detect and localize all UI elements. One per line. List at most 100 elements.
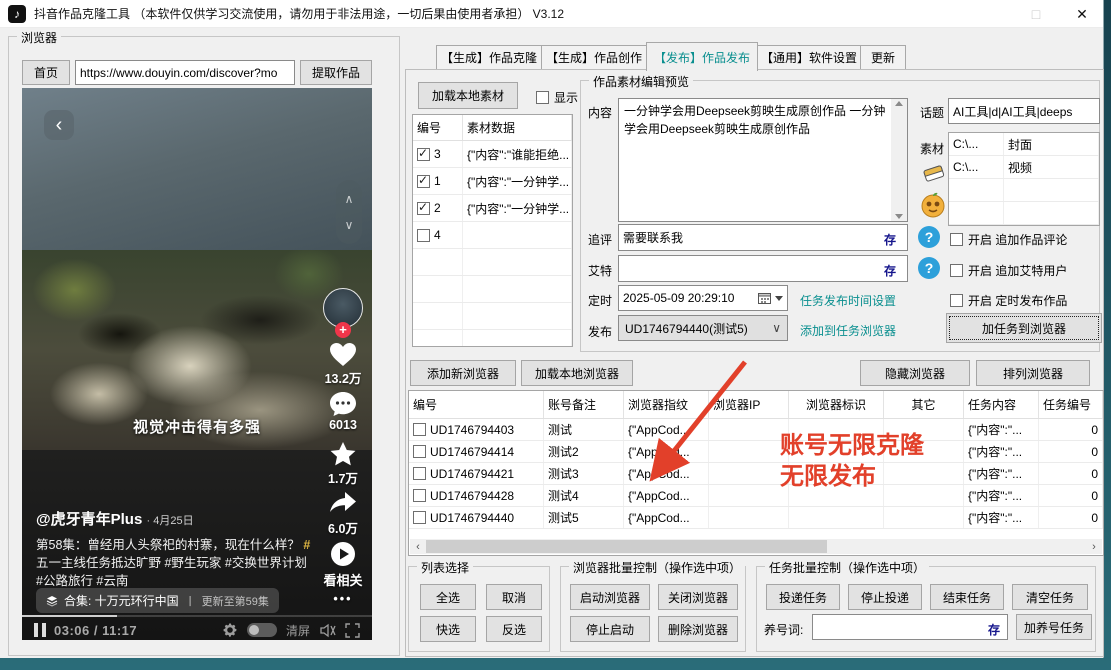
row-checkbox[interactable] — [413, 489, 426, 502]
end-task-button[interactable]: 结束任务 — [930, 584, 1004, 610]
scroll-right-icon[interactable]: › — [1086, 539, 1102, 554]
load-local-material-button[interactable]: 加载本地素材 — [418, 82, 518, 109]
tab-settings[interactable]: 【通用】软件设置 — [757, 45, 861, 70]
column-header[interactable]: 编号 — [413, 115, 463, 140]
close-browser-button[interactable]: 关闭浏览器 — [658, 584, 738, 610]
stop-deliver-button[interactable]: 停止投递 — [848, 584, 922, 610]
invert-select-button[interactable]: 反选 — [486, 616, 542, 642]
load-local-browser-button[interactable]: 加载本地浏览器 — [521, 360, 633, 386]
mute-speaker-icon[interactable] — [319, 623, 336, 638]
column-header[interactable]: 账号备注 — [544, 391, 624, 418]
column-header[interactable]: 浏览器标识 — [789, 391, 884, 418]
chevron-up-icon[interactable]: ∧ — [345, 192, 354, 206]
comment-input[interactable] — [618, 224, 908, 251]
toggle-schedule-checkbox[interactable] — [950, 294, 963, 307]
chevron-down-icon[interactable]: ∨ — [345, 218, 354, 232]
select-all-button[interactable]: 全选 — [420, 584, 476, 610]
row-checkbox[interactable] — [413, 423, 426, 436]
related-play-icon[interactable] — [320, 540, 366, 568]
toggle-at-row[interactable]: 开启 追加艾特用户 — [950, 262, 1067, 279]
row-checkbox[interactable] — [417, 148, 430, 161]
video-player[interactable]: ‹ ∧ ∨ 视觉冲击得有多强 + 13.2万 6013 1.7万 6.0万 看相… — [22, 88, 372, 640]
eraser-icon[interactable] — [921, 162, 947, 186]
comment-save-button[interactable]: 存 — [884, 231, 896, 248]
add-nurture-task-button[interactable]: 加养号任务 — [1016, 614, 1092, 640]
add-task-to-browser-button[interactable]: 加任务到浏览器 — [946, 313, 1102, 343]
settings-gear-icon[interactable] — [222, 622, 238, 638]
arrange-browser-button[interactable]: 排列浏览器 — [976, 360, 1090, 386]
keyword-save-button[interactable]: 存 — [988, 621, 1000, 638]
toggle-comment-checkbox[interactable] — [950, 233, 963, 246]
add-to-task-browser-link[interactable]: 添加到任务浏览器 — [800, 322, 896, 339]
stop-start-button[interactable]: 停止启动 — [570, 616, 650, 642]
add-new-browser-button[interactable]: 添加新浏览器 — [410, 360, 516, 386]
column-header[interactable]: 浏览器指纹 — [624, 391, 709, 418]
scroll-up-icon[interactable] — [895, 101, 903, 106]
clear-task-button[interactable]: 清空任务 — [1012, 584, 1088, 610]
tab-publish[interactable]: 【发布】作品发布 — [646, 42, 758, 71]
tab-generate-clone[interactable]: 【生成】作品克隆 — [436, 45, 542, 70]
column-header[interactable]: 浏览器IP — [709, 391, 789, 418]
column-header[interactable]: 任务编号 — [1039, 391, 1103, 418]
column-header[interactable]: 其它 — [884, 391, 964, 418]
at-help-icon[interactable] — [918, 257, 940, 279]
url-input[interactable] — [75, 60, 295, 85]
follow-plus-icon[interactable]: + — [335, 322, 351, 338]
scroll-left-icon[interactable]: ‹ — [410, 539, 426, 554]
material-row[interactable]: 3 {"内容":"谁能拒绝... — [413, 141, 572, 168]
video-author-row[interactable]: @虎牙青年Plus · 4月25日 — [36, 508, 194, 529]
content-textarea[interactable]: 一分钟学会用Deepseek剪映生成原创作品 一分钟学会用Deepseek剪映生… — [618, 98, 908, 222]
start-browser-button[interactable]: 启动浏览器 — [570, 584, 650, 610]
fullscreen-icon[interactable] — [345, 623, 360, 638]
hide-browser-button[interactable]: 隐藏浏览器 — [860, 360, 970, 386]
material-file-row[interactable]: C:\... 视频 — [949, 156, 1099, 179]
show-checkbox-row[interactable]: 显示 — [536, 89, 578, 106]
column-header[interactable]: 编号 — [409, 391, 544, 418]
cancel-select-button[interactable]: 取消 — [486, 584, 542, 610]
toggle-at-checkbox[interactable] — [950, 264, 963, 277]
tab-update[interactable]: 更新 — [860, 45, 906, 70]
browser-row[interactable]: UD1746794421 测试3 {"AppCod... {"内容":"... … — [409, 463, 1103, 485]
table-horizontal-scrollbar[interactable]: ‹ › — [410, 539, 1102, 554]
at-save-button[interactable]: 存 — [884, 262, 896, 279]
datetime-dropdown-icon[interactable] — [775, 296, 783, 301]
material-row[interactable]: 4 — [413, 222, 572, 249]
row-checkbox[interactable] — [413, 467, 426, 480]
comment-icon[interactable] — [320, 390, 366, 418]
toggle-comment-row[interactable]: 开启 追加作品评论 — [950, 231, 1067, 248]
topic-input[interactable] — [948, 98, 1100, 124]
extract-button[interactable]: 提取作品 — [300, 60, 372, 85]
material-file-row[interactable]: C:\... 封面 — [949, 133, 1099, 156]
clear-screen-toggle[interactable] — [247, 623, 277, 637]
column-header[interactable]: 任务内容 — [964, 391, 1039, 418]
comment-help-icon[interactable] — [918, 226, 940, 248]
row-checkbox[interactable] — [417, 202, 430, 215]
row-checkbox[interactable] — [417, 175, 430, 188]
close-button[interactable]: ✕ — [1068, 4, 1096, 24]
row-checkbox[interactable] — [413, 445, 426, 458]
calendar-icon[interactable] — [758, 292, 771, 304]
material-row[interactable]: 1 {"内容":"一分钟学... — [413, 168, 572, 195]
row-checkbox[interactable] — [413, 511, 426, 524]
maximize-button[interactable]: □ — [1022, 4, 1050, 24]
favorite-star-icon[interactable] — [320, 440, 366, 468]
publish-browser-select[interactable]: UD1746794440(测试5) ∨ — [618, 315, 788, 341]
share-icon[interactable] — [320, 490, 366, 516]
row-checkbox[interactable] — [417, 229, 430, 242]
like-icon[interactable] — [320, 340, 366, 368]
pause-icon[interactable] — [34, 623, 46, 637]
show-checkbox[interactable] — [536, 91, 549, 104]
material-row[interactable]: 2 {"内容":"一分钟学... — [413, 195, 572, 222]
author-name[interactable]: @虎牙青年Plus — [36, 511, 142, 528]
deliver-task-button[interactable]: 投递任务 — [766, 584, 840, 610]
at-input[interactable] — [618, 255, 908, 282]
emoji-face-icon[interactable] — [920, 192, 946, 218]
quick-select-button[interactable]: 快选 — [420, 616, 476, 642]
browser-row[interactable]: UD1746794440 测试5 {"AppCod... {"内容":"... … — [409, 507, 1103, 529]
browser-row[interactable]: UD1746794403 测试 {"AppCod... {"内容":"... 0 — [409, 419, 1103, 441]
browser-row[interactable]: UD1746794428 测试4 {"AppCod... {"内容":"... … — [409, 485, 1103, 507]
tab-generate-create[interactable]: 【生成】作品创作 — [541, 45, 647, 70]
collection-pill[interactable]: 合集: 十万元环行中国 丨 更新至第59集 — [36, 588, 279, 613]
delete-browser-button[interactable]: 删除浏览器 — [658, 616, 738, 642]
home-button[interactable]: 首页 — [22, 60, 70, 85]
